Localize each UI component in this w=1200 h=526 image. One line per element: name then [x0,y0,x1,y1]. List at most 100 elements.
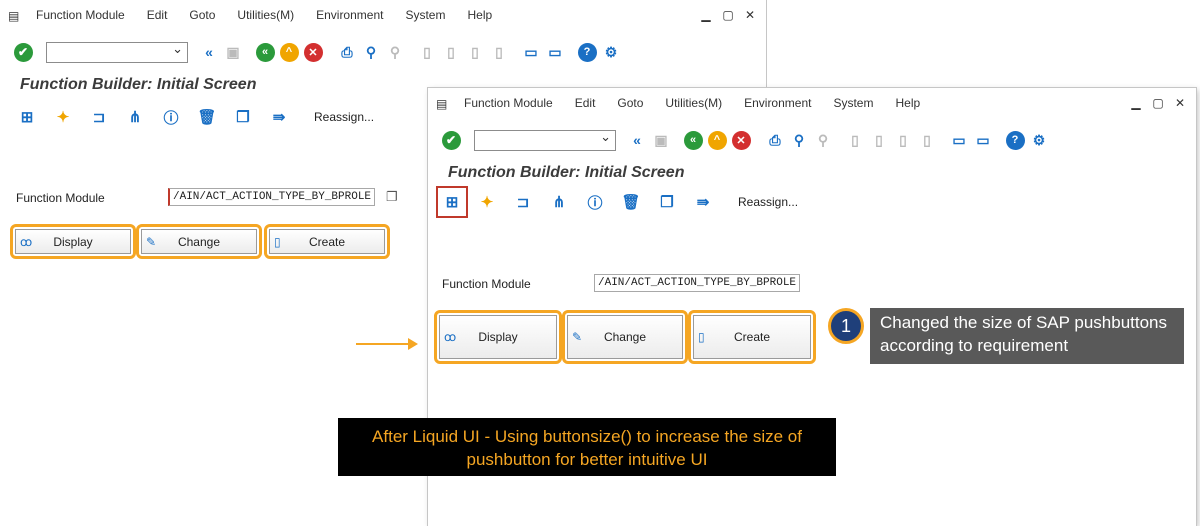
menu-bar: ▤ Function Module Edit Goto Utilities(M)… [436,96,942,111]
new-session-icon[interactable]: ▭ [948,129,970,151]
exit-button[interactable]: ^ [278,41,300,63]
menu-utilities[interactable]: Utilities(M) [665,96,722,110]
previous-page-icon[interactable]: ▯ [868,129,890,151]
minimize-icon[interactable]: ▁ [1130,97,1142,109]
menu-edit[interactable]: Edit [147,8,168,22]
menu-function-module[interactable]: Function Module [464,96,553,110]
delete-icon[interactable]: 🗑 [620,191,642,213]
menu-environment[interactable]: Environment [744,96,811,110]
rename-icon[interactable]: ⇛ [692,191,714,213]
callout-number-badge: 1 [828,308,864,344]
menu-environment[interactable]: Environment [316,8,383,22]
page-title: Function Builder: Initial Screen [20,76,257,93]
create-button[interactable]: ▯ Create [269,229,385,254]
menu-system[interactable]: System [405,8,445,22]
first-page-icon[interactable]: ▯ [416,41,438,63]
shortcut-icon[interactable]: ▭ [544,41,566,63]
exit-button[interactable]: ^ [706,129,728,151]
function-module-input[interactable]: /AIN/ACT_ACTION_TYPE_BY_BPROLE [594,274,801,292]
system-menu-icon[interactable]: ▤ [8,9,24,23]
reassign-button[interactable]: Reassign... [738,195,798,209]
help-icon: ? [1005,130,1025,150]
close-icon[interactable]: ✕ [744,9,756,21]
pencil-icon: ✎ [146,234,157,249]
change-button[interactable]: ✎ Change [141,229,257,254]
display-button[interactable]: ꝏ Display [439,315,557,359]
previous-page-icon[interactable]: ▯ [440,41,462,63]
menu-help[interactable]: Help [895,96,920,110]
command-field[interactable] [46,41,188,63]
test-icon[interactable]: ⊐ [512,191,534,213]
menu-edit[interactable]: Edit [575,96,596,110]
back-arrows-icon[interactable]: « [626,129,648,151]
info-icon[interactable]: ⓘ [160,106,182,128]
object-list-icon[interactable]: ⊞ [436,186,468,218]
settings-gear-icon[interactable]: ⚙ [600,41,622,63]
where-used-icon[interactable]: ⋔ [548,191,570,213]
maximize-icon[interactable]: ▢ [722,9,734,21]
enter-button[interactable]: ✔ [12,41,34,63]
menu-function-module[interactable]: Function Module [36,8,125,22]
function-module-input[interactable]: /AIN/ACT_ACTION_TYPE_BY_BPROLE [168,188,376,206]
close-icon[interactable]: ✕ [1174,97,1186,109]
menu-bar: ▤ Function Module Edit Goto Utilities(M)… [8,8,514,23]
print-icon[interactable]: ⎙ [336,41,358,63]
cancel-button[interactable]: ✕ [302,41,324,63]
back-arrows-icon[interactable]: « [198,41,220,63]
display-button[interactable]: ꝏ Display [15,229,131,254]
wizard-icon[interactable]: ✦ [476,191,498,213]
menu-help[interactable]: Help [467,8,492,22]
create-button[interactable]: ▯ Create [693,315,811,359]
system-menu-icon[interactable]: ▤ [436,97,452,111]
back-button[interactable]: « [254,41,276,63]
next-page-icon[interactable]: ▯ [892,129,914,151]
test-icon[interactable]: ⊐ [88,106,110,128]
settings-gear-icon[interactable]: ⚙ [1028,129,1050,151]
exit-icon: ^ [707,130,727,150]
next-page-icon[interactable]: ▯ [464,41,486,63]
find-icon[interactable]: ⚲ [788,129,810,151]
window-controls: ▁ ▢ ✕ [1130,97,1186,109]
minimize-icon[interactable]: ▁ [700,9,712,21]
object-list-icon[interactable]: ⊞ [16,106,38,128]
wizard-icon[interactable]: ✦ [52,106,74,128]
command-field[interactable] [474,129,616,151]
display-button-highlight: ꝏ Display [434,310,562,364]
change-button[interactable]: ✎ Change [567,315,683,359]
help-button[interactable]: ? [576,41,598,63]
change-button-highlight: ✎ Change [136,224,262,259]
info-icon[interactable]: ⓘ [584,191,606,213]
page-title: Function Builder: Initial Screen [448,164,685,181]
copy-icon[interactable]: ❐ [232,106,254,128]
save-icon[interactable]: ▣ [650,129,672,151]
cancel-button[interactable]: ✕ [730,129,752,151]
print-icon[interactable]: ⎙ [764,129,786,151]
create-button-label: Create [308,234,346,249]
reassign-button[interactable]: Reassign... [314,110,374,124]
find-icon[interactable]: ⚲ [360,41,382,63]
where-used-icon[interactable]: ⋔ [124,106,146,128]
maximize-icon[interactable]: ▢ [1152,97,1164,109]
last-page-icon[interactable]: ▯ [488,41,510,63]
search-help-icon[interactable]: ❐ [386,189,398,205]
checkmark-icon: ✔ [441,130,461,150]
display-button-label: Display [53,234,93,249]
menu-goto[interactable]: Goto [617,96,643,110]
last-page-icon[interactable]: ▯ [916,129,938,151]
back-button[interactable]: « [682,129,704,151]
rename-icon[interactable]: ⇛ [268,106,290,128]
pencil-icon: ✎ [572,330,583,344]
help-button[interactable]: ? [1004,129,1026,151]
first-page-icon[interactable]: ▯ [844,129,866,151]
find-next-icon[interactable]: ⚲ [812,129,834,151]
save-icon[interactable]: ▣ [222,41,244,63]
menu-utilities[interactable]: Utilities(M) [237,8,294,22]
copy-icon[interactable]: ❐ [656,191,678,213]
menu-system[interactable]: System [833,96,873,110]
menu-goto[interactable]: Goto [189,8,215,22]
find-next-icon[interactable]: ⚲ [384,41,406,63]
shortcut-icon[interactable]: ▭ [972,129,994,151]
new-session-icon[interactable]: ▭ [520,41,542,63]
enter-button[interactable]: ✔ [440,129,462,151]
delete-icon[interactable]: 🗑 [196,106,218,128]
